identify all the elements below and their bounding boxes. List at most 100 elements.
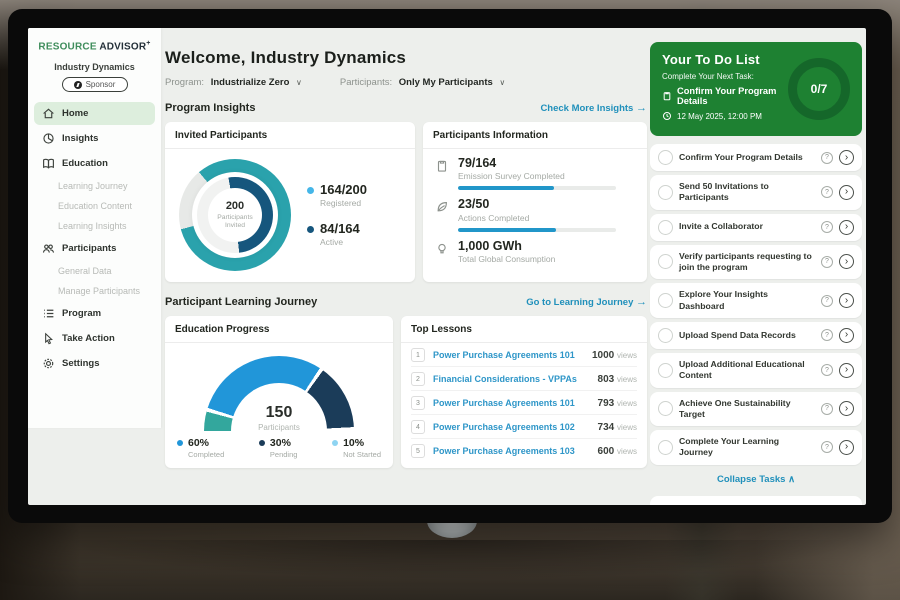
todo-item[interactable]: Invite a Collaborator ? › [650,214,862,241]
sidebar-item[interactable]: General Data [34,262,155,280]
todo-checkbox[interactable] [658,150,673,165]
todo-item[interactable]: Verify participants requesting to join t… [650,245,862,280]
desk-shadow [60,540,860,580]
legend-item: 164/200 Registered [307,183,367,208]
sidebar-item-label: General Data [58,266,112,276]
participants-filter[interactable]: Participants: Only My Participants ∨ [340,77,505,88]
todo-checkbox[interactable] [658,254,673,269]
legend-dot [307,187,314,194]
sidebar-item[interactable]: Learning Journey [34,177,155,195]
lesson-link[interactable]: Financial Considerations - VPPAs [433,374,590,384]
chevron-up-icon: ∧ [788,474,795,485]
sidebar-item[interactable]: Home [34,102,155,125]
help-icon[interactable]: ? [821,186,833,198]
sidebar-item[interactable]: Education Content [34,197,155,215]
chevron-down-icon[interactable]: ∨ [499,78,505,87]
sidebar-item[interactable]: Settings [34,352,155,375]
lesson-link[interactable]: Power Purchase Agreements 102 [433,422,590,432]
help-icon[interactable]: ? [821,329,833,341]
program-filter[interactable]: Program: Industrialize Zero ∨ [165,77,302,88]
todo-item[interactable]: Complete Your Learning Journey ? › [650,430,862,465]
chevron-right-button[interactable]: › [839,185,854,200]
chevron-right-button[interactable]: › [839,401,854,416]
lesson-views-word: views [617,375,637,384]
sidebar-item[interactable]: Insights [34,127,155,150]
todo-item-label: Confirm Your Program Details [679,152,815,163]
lesson-rank: 1 [411,348,425,362]
chevron-right-button[interactable]: › [839,150,854,165]
gauge-center-value: 150 [204,405,354,421]
participants-filter-label: Participants: [340,77,392,88]
program-filter-label: Program: [165,77,204,88]
chevron-right-button[interactable]: › [839,328,854,343]
go-to-learning-journey-link[interactable]: Go to Learning Journey → [526,296,647,308]
info-stats: 79/164 Emission Survey Completed 23/50 A… [423,149,647,264]
chevron-right-button[interactable]: › [839,293,854,308]
todo-item[interactable]: Achieve One Sustainability Target ? › [650,392,862,427]
stat-row: 79/164 Emission Survey Completed [423,149,647,190]
chevron-right-button[interactable]: › [839,254,854,269]
lesson-link[interactable]: Power Purchase Agreements 103 [433,446,590,456]
todo-item-label: Invite a Collaborator [679,221,815,232]
sponsor-badge: Sponsor [62,77,128,92]
todo-item-label: Send 50 Invitations to Participants [679,181,815,204]
collapse-tasks-link[interactable]: Collapse Tasks ∧ [650,469,862,492]
help-icon[interactable]: ? [821,295,833,307]
legend-value: 84/164 [320,222,360,236]
stat-label: Emission Survey Completed [458,171,616,181]
todo-item[interactable]: Upload Additional Educational Content ? … [650,353,862,388]
todo-item[interactable]: Explore Your Insights Dashboard ? › [650,283,862,318]
sidebar-item[interactable]: Participants [34,237,155,260]
todo-panel: Your To Do List Complete Your Next Task:… [650,28,862,505]
legend-value: 60% [188,438,224,450]
chevron-down-icon[interactable]: ∨ [296,78,302,87]
help-icon[interactable]: ? [821,403,833,415]
help-icon[interactable]: ? [821,221,833,233]
help-icon[interactable]: ? [821,152,833,164]
legend-label: Completed [188,450,224,459]
sidebar-nav: Home Insights Education Learning Journey… [28,102,161,375]
participants-information-card: Participants Information 79/164 Emission… [423,122,647,282]
invited-card-title: Invited Participants [165,122,415,149]
todo-checkbox[interactable] [658,401,673,416]
help-icon[interactable]: ? [821,441,833,453]
help-icon[interactable]: ? [821,256,833,268]
legend-item: 84/164 Active [307,222,367,247]
todo-checkbox[interactable] [658,328,673,343]
chevron-right-button[interactable]: › [839,220,854,235]
invited-legend: 164/200 Registered 84/164 Active [307,183,367,248]
lesson-link[interactable]: Power Purchase Agreements 101 [433,350,584,360]
consumption-icon [435,242,449,256]
chevron-right-button[interactable]: › [839,440,854,455]
lesson-row: 3 Power Purchase Agreements 101 793 view… [411,391,637,415]
chevron-right-button[interactable]: › [839,363,854,378]
stat-label: Actions Completed [458,213,616,223]
todo-progress-ring: 0/7 [788,58,850,120]
app-logo: RESOURCE ADVISOR+ [36,40,153,52]
todo-checkbox[interactable] [658,220,673,235]
arrow-right-icon: → [636,296,647,308]
survey-icon [435,159,449,173]
todo-checkbox[interactable] [658,363,673,378]
education-gauge-chart: 150 Participants [204,356,354,432]
lesson-views-count: 803 [598,374,615,385]
todo-checkbox[interactable] [658,440,673,455]
sidebar-item[interactable]: Education [34,152,155,175]
check-more-insights-link[interactable]: Check More Insights → [540,102,647,114]
help-icon[interactable]: ? [821,364,833,376]
todo-item[interactable]: Upload Spend Data Records ? › [650,322,862,349]
sidebar-item[interactable]: Take Action [34,327,155,350]
lesson-link[interactable]: Power Purchase Agreements 101 [433,398,590,408]
todo-item[interactable]: Send 50 Invitations to Participants ? › [650,175,862,210]
sidebar-item[interactable]: Program [34,302,155,325]
sidebar-item[interactable]: Manage Participants [34,282,155,300]
todo-item[interactable]: Confirm Your Program Details ? › [650,144,862,171]
todo-checkbox[interactable] [658,293,673,308]
sidebar-item[interactable]: Learning Insights [34,217,155,235]
education-legend: 60% Completed 30% Pending [165,436,393,459]
todo-checkbox[interactable] [658,185,673,200]
legend-item: 30% Pending [259,438,298,459]
lesson-views-count: 1000 [592,350,614,361]
legend-item: 10% Not Started [332,438,381,459]
learning-journey-header: Participant Learning Journey Go to Learn… [165,296,647,308]
